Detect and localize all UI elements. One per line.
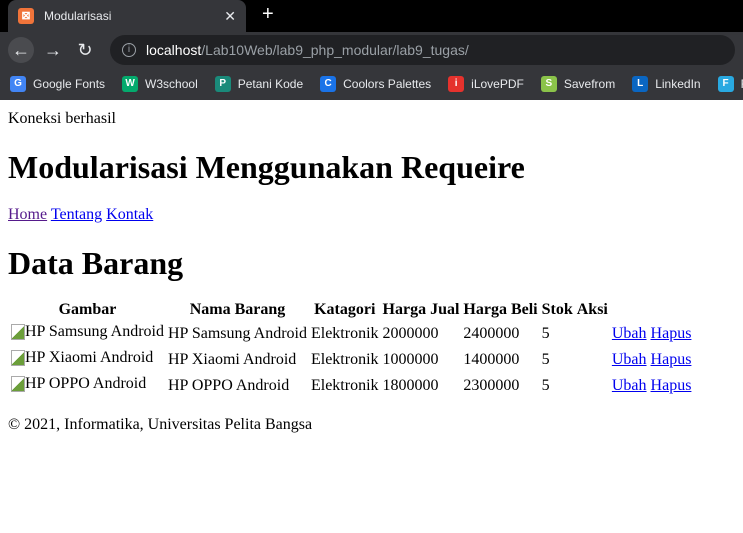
bookmark-item[interactable]: FFr	[717, 76, 743, 92]
bookmark-item[interactable]: W W3school	[122, 76, 198, 92]
cell-harga-beli: 2300000	[463, 377, 520, 394]
connection-status: Koneksi berhasil	[8, 110, 116, 127]
delete-link[interactable]: Hapus	[651, 325, 692, 342]
cell-kategori: Elektronik	[310, 377, 379, 394]
bookmark-item[interactable]: P Petani Kode	[214, 76, 304, 92]
bookmark-label: Savefrom	[563, 77, 616, 91]
google-fonts-icon: G	[10, 76, 26, 92]
page-content: Koneksi berhasil Modularisasi Menggunaka…	[0, 108, 743, 434]
image-alt-text: HP Samsung Android	[25, 323, 164, 340]
cell-harga-jual: 1000000	[382, 351, 439, 368]
bookmark-label: LinkedIn	[655, 77, 701, 91]
data-barang-table: Gambar Nama Barang Katagori Harga Jual H…	[8, 298, 694, 400]
bookmark-label: Coolors Palettes	[343, 77, 432, 91]
bookmark-item[interactable]: G Google Fonts	[10, 76, 105, 92]
cell-gambar: HP Samsung Android	[10, 322, 165, 346]
image-alt-text: HP OPPO Android	[25, 375, 147, 392]
header-empty	[611, 300, 693, 320]
edit-link[interactable]: Ubah	[612, 325, 647, 342]
page-title: Modularisasi Menggunakan Requeire	[8, 149, 525, 185]
cell-empty	[576, 374, 609, 398]
broken-image-icon	[11, 324, 25, 340]
cell-nama: HP OPPO Android	[167, 377, 290, 394]
bookmark-item[interactable]: S Savefrom	[540, 76, 616, 92]
url-path: /Lab10Web/lab9_php_modular/lab9_tugas/	[201, 42, 469, 58]
cell-empty	[576, 322, 609, 346]
nav-kontak-link[interactable]: Kontak	[106, 206, 153, 223]
tab-title: Modularisasi	[44, 9, 112, 23]
address-bar[interactable]: i localhost/Lab10Web/lab9_php_modular/la…	[110, 35, 735, 65]
header-nama: Nama Barang	[189, 301, 286, 318]
w3school-icon: W	[122, 76, 139, 92]
header-harga-beli: Harga Beli	[463, 301, 538, 318]
forward-icon[interactable]: →	[40, 40, 66, 61]
savefrom-icon: S	[540, 76, 557, 92]
cell-harga-beli: 1400000	[463, 351, 520, 368]
bird-icon: F	[717, 76, 734, 92]
coolors-icon: C	[320, 76, 337, 92]
cell-kategori: Elektronik	[310, 351, 379, 368]
delete-link[interactable]: Hapus	[651, 351, 692, 368]
footer: © 2021, Informatika, Universitas Pelita …	[8, 416, 313, 433]
url-host: localhost	[146, 42, 202, 58]
cell-gambar: HP Xiaomi Android	[10, 348, 165, 372]
cell-aksi: Ubah Hapus	[611, 322, 693, 346]
header-harga-jual: Harga Jual	[382, 301, 460, 318]
header-gambar: Gambar	[58, 301, 117, 318]
xampp-favicon-icon: ⊠	[18, 8, 34, 24]
tab-bar: ⊠ Modularisasi ✕ +	[0, 0, 743, 32]
browser-chrome: ⊠ Modularisasi ✕ + ← → ↻ i localhost/Lab…	[0, 0, 743, 100]
cell-stok: 5	[541, 351, 550, 368]
cell-empty	[576, 348, 609, 372]
broken-image-icon	[11, 376, 25, 392]
bookmark-label: Google Fonts	[33, 77, 106, 91]
edit-link[interactable]: Ubah	[612, 351, 647, 368]
table-header-row: Gambar Nama Barang Katagori Harga Jual H…	[10, 300, 692, 320]
bookmark-item[interactable]: L LinkedIn	[632, 76, 701, 92]
ilovepdf-icon: i	[448, 76, 465, 92]
bookmark-label: Petani Kode	[237, 77, 304, 91]
reload-icon[interactable]: ↻	[72, 40, 98, 61]
main-nav: Home Tentang Kontak	[8, 206, 735, 224]
image-alt-text: HP Xiaomi Android	[25, 349, 154, 366]
broken-image-icon	[11, 350, 25, 366]
browser-tab[interactable]: ⊠ Modularisasi ✕	[8, 0, 246, 32]
cell-harga-jual: 2000000	[382, 325, 439, 342]
nav-tentang-link[interactable]: Tentang	[51, 206, 102, 223]
cell-nama: HP Xiaomi Android	[167, 351, 297, 368]
nav-home-link[interactable]: Home	[8, 206, 47, 223]
edit-link[interactable]: Ubah	[612, 377, 647, 394]
bookmark-item[interactable]: i iLovePDF	[448, 76, 524, 92]
cell-stok: 5	[541, 377, 550, 394]
petani-kode-icon: P	[214, 76, 231, 92]
bookmark-label: W3school	[145, 77, 198, 91]
new-tab-icon[interactable]: +	[262, 3, 274, 26]
cell-aksi: Ubah Hapus	[611, 348, 693, 372]
linkedin-icon: L	[632, 76, 649, 92]
header-kategori: Katagori	[314, 301, 376, 318]
info-icon[interactable]: i	[122, 43, 136, 57]
table-row: HP Samsung Android HP Samsung Android El…	[10, 322, 692, 346]
cell-stok: 5	[541, 325, 550, 342]
cell-aksi: Ubah Hapus	[611, 374, 693, 398]
section-title: Data Barang	[8, 245, 184, 281]
bookmark-label: iLovePDF	[471, 77, 524, 91]
cell-harga-jual: 1800000	[382, 377, 439, 394]
back-icon[interactable]: ←	[8, 37, 34, 63]
cell-kategori: Elektronik	[310, 325, 379, 342]
header-aksi: Aksi	[576, 301, 608, 318]
bookmark-item[interactable]: C Coolors Palettes	[320, 76, 431, 92]
header-stok: Stok	[541, 301, 573, 318]
close-tab-icon[interactable]: ✕	[224, 8, 236, 25]
cell-gambar: HP OPPO Android	[10, 374, 165, 398]
cell-harga-beli: 2400000	[463, 325, 520, 342]
table-row: HP OPPO Android HP OPPO Android Elektron…	[10, 374, 692, 398]
cell-nama: HP Samsung Android	[167, 325, 307, 342]
bookmarks-bar: G Google Fonts W W3school P Petani Kode C Coolo…	[0, 68, 743, 100]
toolbar: ← → ↻ i localhost/Lab10Web/lab9_php_modu…	[0, 32, 743, 68]
table-row: HP Xiaomi Android HP Xiaomi Android Elek…	[10, 348, 692, 372]
delete-link[interactable]: Hapus	[651, 377, 692, 394]
